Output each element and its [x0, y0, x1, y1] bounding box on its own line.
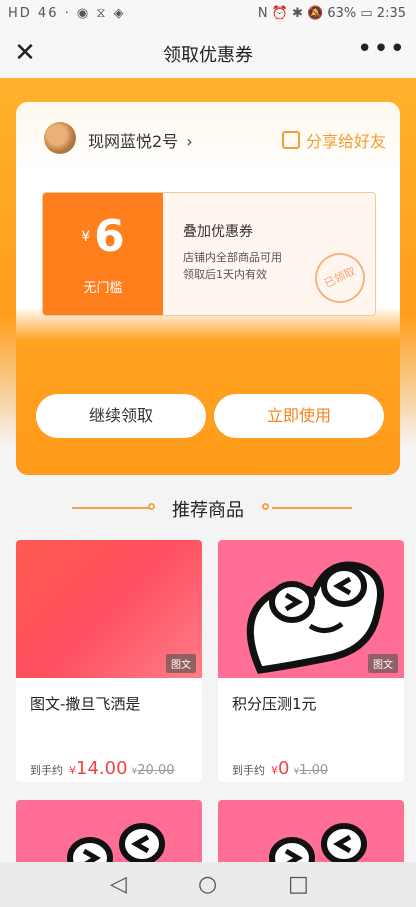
coupon-currency: ¥ — [81, 229, 91, 245]
nav-bar: ✕ 领取优惠券 ••• — [0, 28, 416, 78]
claimed-stamp: 已领取 — [306, 244, 374, 312]
product-card[interactable]: 图文 积分压测1元 到手约 ¥0 ¥1.00 — [218, 540, 404, 782]
product-tag: 图文 — [368, 654, 398, 673]
status-left: HD 46 ⋅ ◉ ⧖ ◈ — [8, 6, 126, 21]
recent-apps-icon[interactable]: □ — [288, 872, 309, 897]
coupon-ticket: ¥6 无门槛 叠加优惠券 店铺内全部商品可用 领取后1天内有效 已领取 — [42, 192, 376, 316]
page-title: 领取优惠券 — [163, 45, 253, 66]
use-now-button[interactable]: 立即使用 — [214, 394, 384, 438]
coupon-condition: 无门槛 — [83, 281, 123, 296]
coupon-name: 叠加优惠券 — [183, 224, 253, 240]
coupon-card: 现网蓝悦2号 › 分享给好友 ¥6 无门槛 叠加优惠券 店铺内全部商品可用 领取后… — [16, 102, 400, 475]
coupon-validity: 领取后1天内有效 — [183, 268, 267, 281]
shop-name: 现网蓝悦2号 — [88, 132, 179, 151]
mascot-icon — [269, 823, 367, 870]
price-currency: ¥ — [271, 764, 278, 777]
product-price: 到手约 ¥0 ¥1.00 — [232, 758, 328, 779]
home-icon[interactable]: ○ — [198, 872, 217, 897]
coupon-value-panel: ¥6 无门槛 — [43, 193, 163, 315]
divider-dot-right — [262, 503, 269, 510]
share-label: 分享给好友 — [305, 132, 386, 151]
price-currency: ¥ — [69, 764, 76, 777]
orig-price: 1.00 — [299, 763, 329, 778]
coupon-amount-value: 6 — [94, 211, 125, 262]
product-tag: 图文 — [166, 654, 196, 673]
status-bar: HD 46 ⋅ ◉ ⧖ ◈ N ⏰ ✱ 🔕 63% ▭ 2:35 — [0, 0, 416, 28]
product-title: 图文-撒旦飞洒是 — [30, 695, 141, 713]
product-title: 积分压测1元 — [232, 695, 317, 713]
chevron-right-icon: › — [186, 132, 193, 151]
price-value: 14.00 — [76, 758, 128, 779]
more-icon[interactable]: ••• — [357, 34, 406, 64]
share-icon — [281, 131, 300, 149]
product-card[interactable]: 图文 图文-撒旦飞洒是 到手约 ¥14.00 ¥20.00 — [16, 540, 202, 782]
mascot-icon — [67, 823, 165, 870]
product-card[interactable] — [16, 800, 202, 870]
product-card[interactable] — [218, 800, 404, 870]
system-nav-bar: ◁ ○ □ — [0, 862, 416, 907]
price-prefix: 到手约 — [232, 764, 265, 777]
coupon-amount: ¥6 — [43, 211, 163, 262]
recommend-title: 推荐商品 — [172, 500, 244, 521]
price-value: 0 — [278, 758, 290, 779]
shop-name-link[interactable]: 现网蓝悦2号 › — [88, 128, 193, 152]
orig-price: 20.00 — [137, 763, 175, 778]
price-prefix: 到手约 — [30, 764, 63, 777]
back-icon[interactable]: ◁ — [110, 872, 127, 897]
avatar[interactable] — [44, 122, 76, 154]
coupon-scope: 店铺内全部商品可用 — [183, 251, 282, 264]
divider-right — [272, 507, 352, 509]
product-price: 到手约 ¥14.00 ¥20.00 — [30, 758, 174, 779]
continue-claim-button[interactable]: 继续领取 — [36, 394, 206, 438]
status-right: N ⏰ ✱ 🔕 63% ▭ 2:35 — [257, 6, 406, 21]
share-button[interactable]: 分享给好友 — [281, 128, 386, 152]
